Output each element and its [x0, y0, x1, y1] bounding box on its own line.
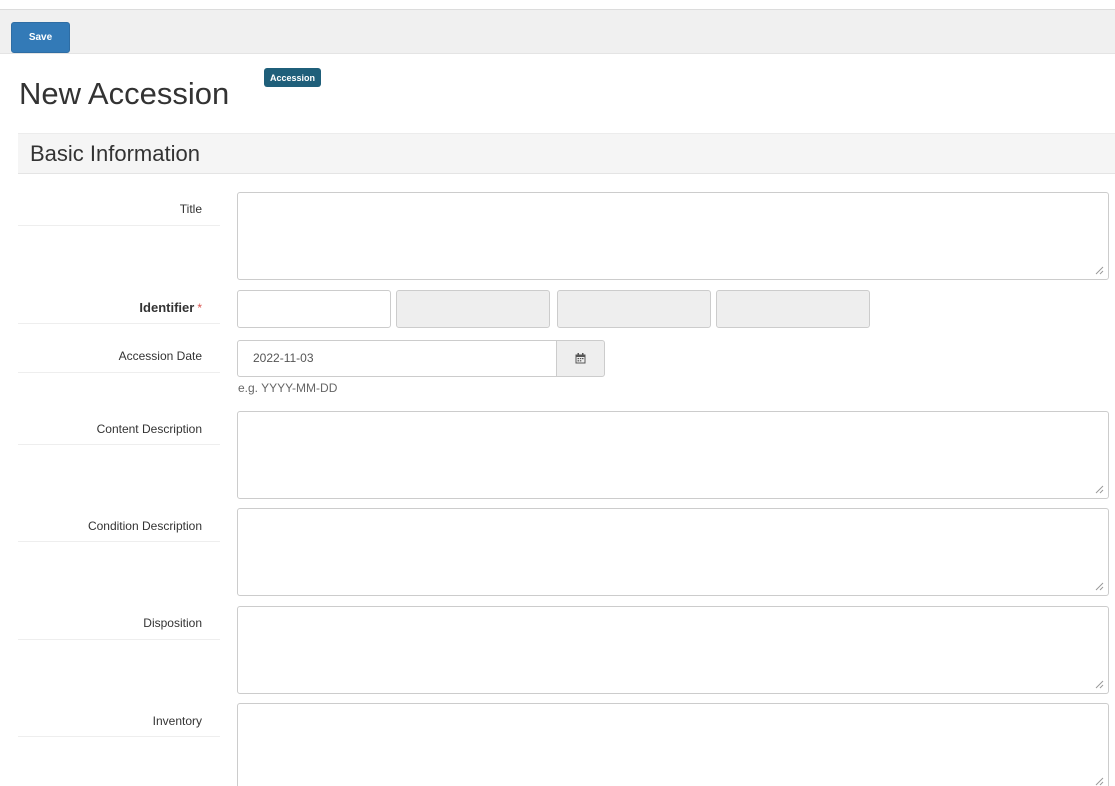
label-divider: [18, 736, 220, 737]
label-divider: [18, 639, 220, 640]
required-indicator: *: [197, 301, 202, 315]
date-format-help: e.g. YYYY-MM-DD: [238, 381, 338, 395]
inventory-textarea[interactable]: [237, 703, 1109, 786]
label-divider: [18, 541, 220, 542]
identifier-label-text: Identifier: [139, 300, 195, 315]
section-header: Basic Information: [18, 133, 1115, 174]
identifier-part-2-input[interactable]: [396, 290, 550, 328]
inventory-label: Inventory: [152, 714, 202, 728]
date-picker-button[interactable]: [556, 340, 605, 377]
page-title: New Accession: [19, 76, 230, 111]
condition-description-label: Condition Description: [87, 519, 202, 533]
toolbar: Save: [0, 9, 1115, 54]
resize-handle-icon[interactable]: [1094, 679, 1104, 689]
accession-date-input[interactable]: 2022-11-03: [237, 340, 557, 377]
disposition-label: Disposition: [143, 616, 202, 630]
condition-description-textarea[interactable]: [237, 508, 1109, 596]
accession-date-label: Accession Date: [118, 349, 202, 363]
resize-handle-icon[interactable]: [1094, 581, 1104, 591]
identifier-label: Identifier *: [139, 300, 202, 315]
identifier-part-4-input[interactable]: [716, 290, 870, 328]
identifier-part-3-input[interactable]: [557, 290, 711, 328]
resize-handle-icon[interactable]: [1094, 484, 1104, 494]
title-label: Title: [179, 202, 202, 216]
disposition-textarea[interactable]: [237, 606, 1109, 694]
label-divider: [18, 225, 220, 226]
content-description-label: Content Description: [96, 422, 202, 436]
label-divider: [18, 323, 220, 324]
identifier-part-1-input[interactable]: [237, 290, 391, 328]
label-divider: [18, 372, 220, 373]
title-textarea[interactable]: [237, 192, 1109, 280]
label-divider: [18, 444, 220, 445]
save-button[interactable]: Save: [11, 22, 70, 53]
resize-handle-icon[interactable]: [1094, 265, 1104, 275]
content-description-textarea[interactable]: [237, 411, 1109, 499]
record-type-badge: Accession: [264, 68, 322, 87]
calendar-icon: [575, 353, 586, 364]
section-title: Basic Information: [30, 141, 200, 166]
resize-handle-icon[interactable]: [1094, 776, 1104, 786]
